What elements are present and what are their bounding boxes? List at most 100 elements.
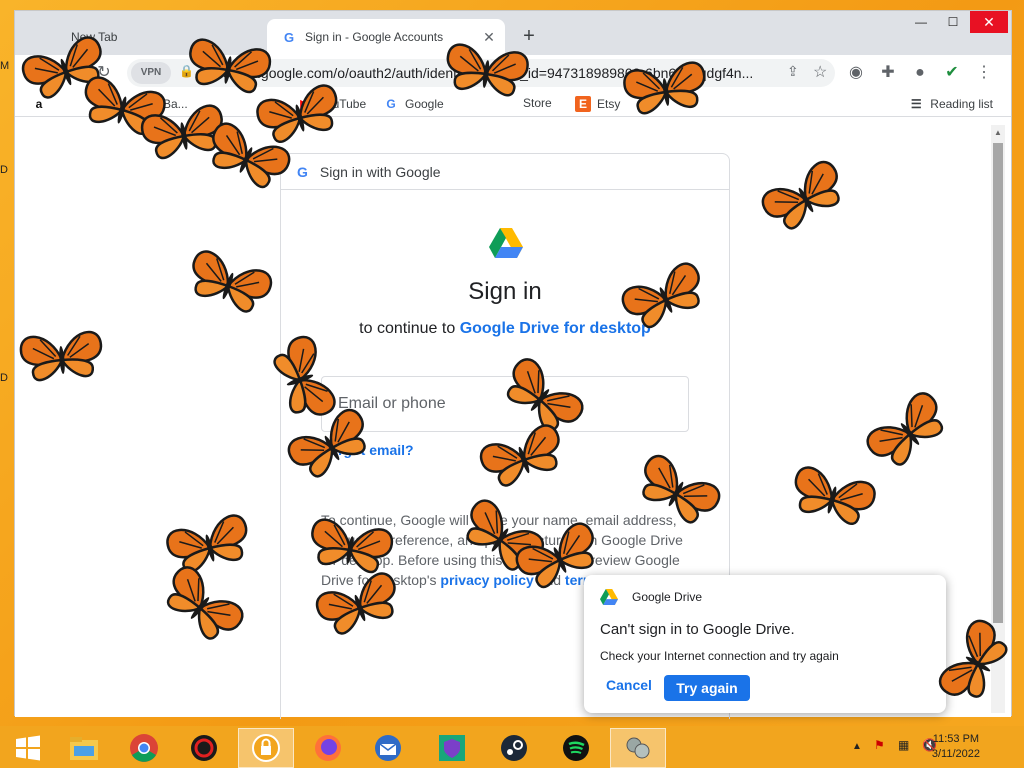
new-tab-button[interactable]: + [517,25,541,49]
vpn-lock-icon [252,734,280,762]
bookmark-label: Store [523,96,552,110]
reload-icon[interactable]: ↻ [93,62,115,84]
chrome-icon [130,734,158,762]
extensions-puzzle-icon[interactable]: ✚ [877,62,899,84]
privacy-text-and: and [533,572,565,588]
desktop-icon-stub[interactable]: D [0,164,14,176]
app-name-link[interactable]: Google Drive for desktop [460,320,651,337]
bookmark-item[interactable]: G Google [383,96,443,112]
browser-toolbar: ← → ↻ VPN 🔒 accounts.google.com/o/oauth2… [15,55,1011,91]
steam-icon [501,735,527,761]
bookmark-item[interactable]: 🛍 Ba... [141,96,188,112]
taskbar-chrome[interactable] [116,728,172,768]
desktop-icon-stub[interactable]: D [0,372,14,384]
sign-in-card-header: G Sign in with Google [281,154,729,190]
google-drive-icon [600,589,618,605]
network-app-icon [626,737,650,759]
network-tray-icon[interactable]: ▦ [898,738,909,752]
thunderbird-icon [375,735,401,761]
red-app-icon [191,735,217,761]
bookmark-item[interactable]: E Etsy [575,96,620,112]
bookmark-item[interactable]: ▶ YouTube [297,96,366,112]
google-icon: G [386,97,396,111]
notification-app-name: Google Drive [632,590,703,604]
clock-date: 3/11/2022 [931,748,980,760]
address-bar[interactable]: VPN 🔒 accounts.google.com/o/oauth2/auth/… [127,59,835,87]
url-text[interactable]: accounts.google.com/o/oauth2/auth/identi… [201,65,781,81]
lock-icon[interactable]: 🔒 [179,64,194,78]
clock-time: 11:53 PM [932,733,980,745]
security-shield-icon[interactable]: ✔ [941,62,963,84]
reading-list-icon: ☰ [910,97,922,111]
system-clock[interactable]: 11:53 PM 3/11/2022 [932,732,980,762]
google-icon: G [283,29,295,45]
minimize-button[interactable]: — [905,11,937,33]
close-window-button[interactable]: ✕ [970,11,1008,33]
privacy-policy-link[interactable]: privacy policy [440,572,533,588]
taskbar: ▲ ⚑ ▦ 🔇 11:53 PM 3/11/2022 [0,726,1024,768]
page-title: Sign in [468,278,542,305]
close-tab-icon[interactable]: ✕ [479,29,499,46]
bookmark-label: Ba... [163,97,188,111]
tab-new-tab[interactable]: New Tab [35,19,265,55]
notification-message: Check your Internet connection and try a… [600,649,839,663]
bookmark-label: YouTube [319,97,367,111]
subtitle-prefix: to continue to [359,320,460,337]
tab-title: New Tab [71,30,118,44]
tab-sign-in[interactable]: G Sign in - Google Accounts ✕ [267,19,505,55]
reading-list-button[interactable]: ☰ Reading list [908,96,993,112]
taskbar-steam[interactable] [486,728,542,768]
browser-titlebar: New Tab G Sign in - Google Accounts ✕ + … [15,11,1011,55]
google-drive-icon [489,228,523,258]
back-icon[interactable]: ← [25,62,47,84]
bookmarks-bar: a 🛍 Ba... ▶ YouTube G Google Store E Ets… [15,91,1011,117]
bookmark-star-icon[interactable]: ☆ [813,62,827,82]
notification-header: Google Drive [600,589,702,605]
menu-kebab-icon[interactable]: ⋮ [973,62,995,84]
forgot-email-link[interactable]: Forgot email? [321,442,414,458]
start-button[interactable] [0,728,56,768]
try-again-button[interactable]: Try again [664,675,750,701]
scrollbar-thumb[interactable] [993,143,1003,623]
forward-icon[interactable]: → [61,62,83,84]
tray-chevron-icon[interactable]: ▲ [852,741,862,752]
share-icon[interactable]: ⇪ [787,63,799,80]
email-field[interactable]: Email or phone [321,376,689,432]
youtube-icon: ▶ [300,97,310,111]
bag-icon: 🛍 [141,97,157,111]
taskbar-vpn-app[interactable] [238,728,294,768]
drive-error-notification: Google Drive Can't sign in to Google Dri… [584,575,946,713]
taskbar-shield-app[interactable] [424,728,480,768]
taskbar-firefox[interactable] [300,728,356,768]
scroll-up-icon[interactable]: ▲ [991,125,1005,141]
bookmark-item[interactable]: a [31,96,53,112]
taskbar-network-app[interactable] [610,728,666,768]
spotify-icon [563,735,589,761]
firefox-icon [315,735,341,761]
file-explorer-icon [70,737,98,760]
sign-in-subtitle: to continue to Google Drive for desktop [281,320,729,338]
etsy-icon: E [575,96,591,112]
taskbar-spotify[interactable] [548,728,604,768]
extension-badge-icon[interactable]: ◉ [845,62,867,84]
taskbar-red-app[interactable] [176,728,232,768]
taskbar-thunderbird[interactable] [360,728,416,768]
google-icon: G [297,163,308,180]
bookmark-item[interactable]: Store [523,96,552,110]
amazon-icon: a [35,97,43,111]
shield-app-icon [439,735,465,761]
desktop-icon-stub[interactable]: M [0,60,14,72]
tab-title: Sign in - Google Accounts [305,30,444,44]
action-center-flag-icon[interactable]: ⚑ [874,738,885,752]
email-placeholder: Email or phone [338,395,446,412]
sign-in-header-text: Sign in with Google [319,163,441,180]
cancel-button[interactable]: Cancel [606,677,652,693]
bookmark-label: Etsy [597,97,621,111]
vpn-icon[interactable]: VPN [131,62,171,84]
scrollbar[interactable]: ▲ [991,125,1005,713]
maximize-button[interactable]: ☐ [937,11,969,33]
profile-avatar-icon[interactable]: ● [909,62,931,84]
notification-title: Can't sign in to Google Drive. [600,621,795,638]
taskbar-file-explorer[interactable] [56,728,112,768]
start-icon [16,735,40,761]
